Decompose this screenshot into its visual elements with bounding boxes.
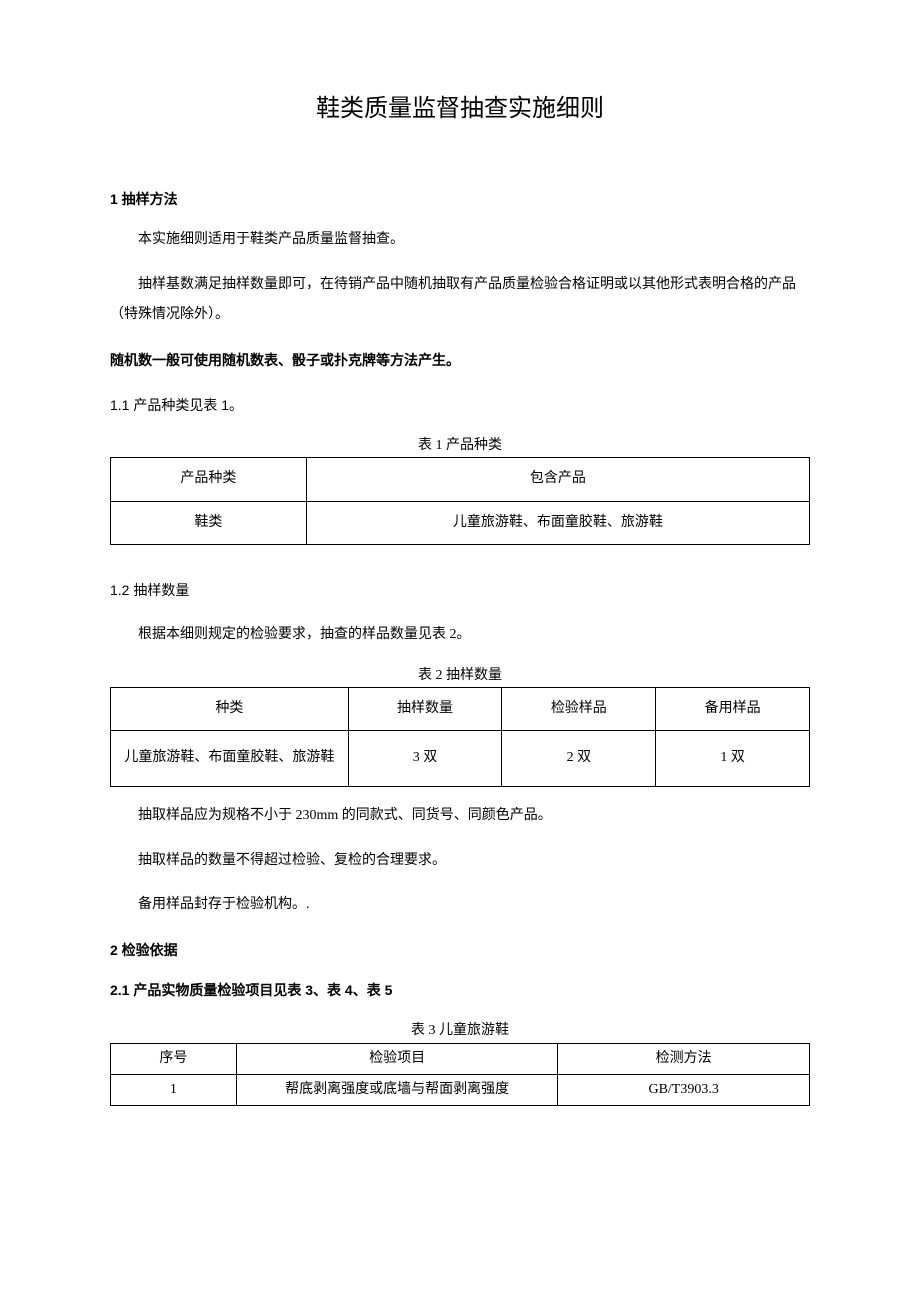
table-row: 1 帮底剥离强度或底墙与帮面剥离强度 GB/T3903.3	[111, 1075, 810, 1106]
table2-caption: 表 2 抽样数量	[110, 665, 810, 687]
table2: 种类 抽样数量 检验样品 备用样品 儿童旅游鞋、布面童胶鞋、旅游鞋 3 双 2 …	[110, 687, 810, 787]
section-2-sub1: 2.1 产品实物质量检验项目见表 3、表 4、表 5	[110, 975, 810, 1006]
table1-h0: 产品种类	[111, 458, 307, 501]
document-title: 鞋类质量监督抽查实施细则	[110, 90, 810, 128]
table2-c01: 3 双	[348, 731, 502, 786]
table3-h2: 检测方法	[558, 1043, 810, 1074]
table-row: 序号 检验项目 检测方法	[111, 1043, 810, 1074]
table2-h1: 抽样数量	[348, 687, 502, 730]
section-1-p5: 抽取样品应为规格不小于 230mm 的同款式、同货号、同颜色产品。	[110, 801, 810, 832]
table1-c01: 儿童旅游鞋、布面童胶鞋、旅游鞋	[306, 501, 809, 544]
table3-c00: 1	[111, 1075, 237, 1106]
section-1-p1: 本实施细则适用于鞋类产品质量监督抽查。	[110, 225, 810, 256]
section-1-p4: 根据本细则规定的检验要求，抽查的样品数量见表 2。	[110, 620, 810, 651]
table3-c02: GB/T3903.3	[558, 1075, 810, 1106]
section-1-sub1: 1.1 产品种类见表 1。	[110, 390, 810, 421]
table3-h0: 序号	[111, 1043, 237, 1074]
table2-h0: 种类	[111, 687, 349, 730]
table1-c00: 鞋类	[111, 501, 307, 544]
table-row: 儿童旅游鞋、布面童胶鞋、旅游鞋 3 双 2 双 1 双	[111, 731, 810, 786]
table2-h2: 检验样品	[502, 687, 656, 730]
table2-h3: 备用样品	[656, 687, 810, 730]
section-1-p6: 抽取样品的数量不得超过检验、复检的合理要求。	[110, 846, 810, 877]
table3-caption: 表 3 儿童旅游鞋	[110, 1020, 810, 1042]
table-row: 产品种类 包含产品	[111, 458, 810, 501]
table1-h1: 包含产品	[306, 458, 809, 501]
section-1-p7: 备用样品封存于检验机构。.	[110, 890, 810, 921]
section-1-sub2: 1.2 抽样数量	[110, 575, 810, 606]
table3-c01: 帮底剥离强度或底墙与帮面剥离强度	[236, 1075, 558, 1106]
table2-c03: 1 双	[656, 731, 810, 786]
section-2-heading: 2 检验依据	[110, 939, 810, 961]
section-1-p3: 随机数一般可使用随机数表、骰子或扑克牌等方法产生。	[110, 345, 810, 376]
section-1-heading: 1 抽样方法	[110, 188, 810, 210]
table1: 产品种类 包含产品 鞋类 儿童旅游鞋、布面童胶鞋、旅游鞋	[110, 457, 810, 545]
table1-caption: 表 1 产品种类	[110, 435, 810, 457]
table-row: 鞋类 儿童旅游鞋、布面童胶鞋、旅游鞋	[111, 501, 810, 544]
table-row: 种类 抽样数量 检验样品 备用样品	[111, 687, 810, 730]
table2-c02: 2 双	[502, 731, 656, 786]
table3-h1: 检验项目	[236, 1043, 558, 1074]
table2-c00: 儿童旅游鞋、布面童胶鞋、旅游鞋	[111, 731, 349, 786]
section-1-p2: 抽样基数满足抽样数量即可，在待销产品中随机抽取有产品质量检验合格证明或以其他形式…	[110, 270, 810, 332]
table3: 序号 检验项目 检测方法 1 帮底剥离强度或底墙与帮面剥离强度 GB/T3903…	[110, 1043, 810, 1107]
